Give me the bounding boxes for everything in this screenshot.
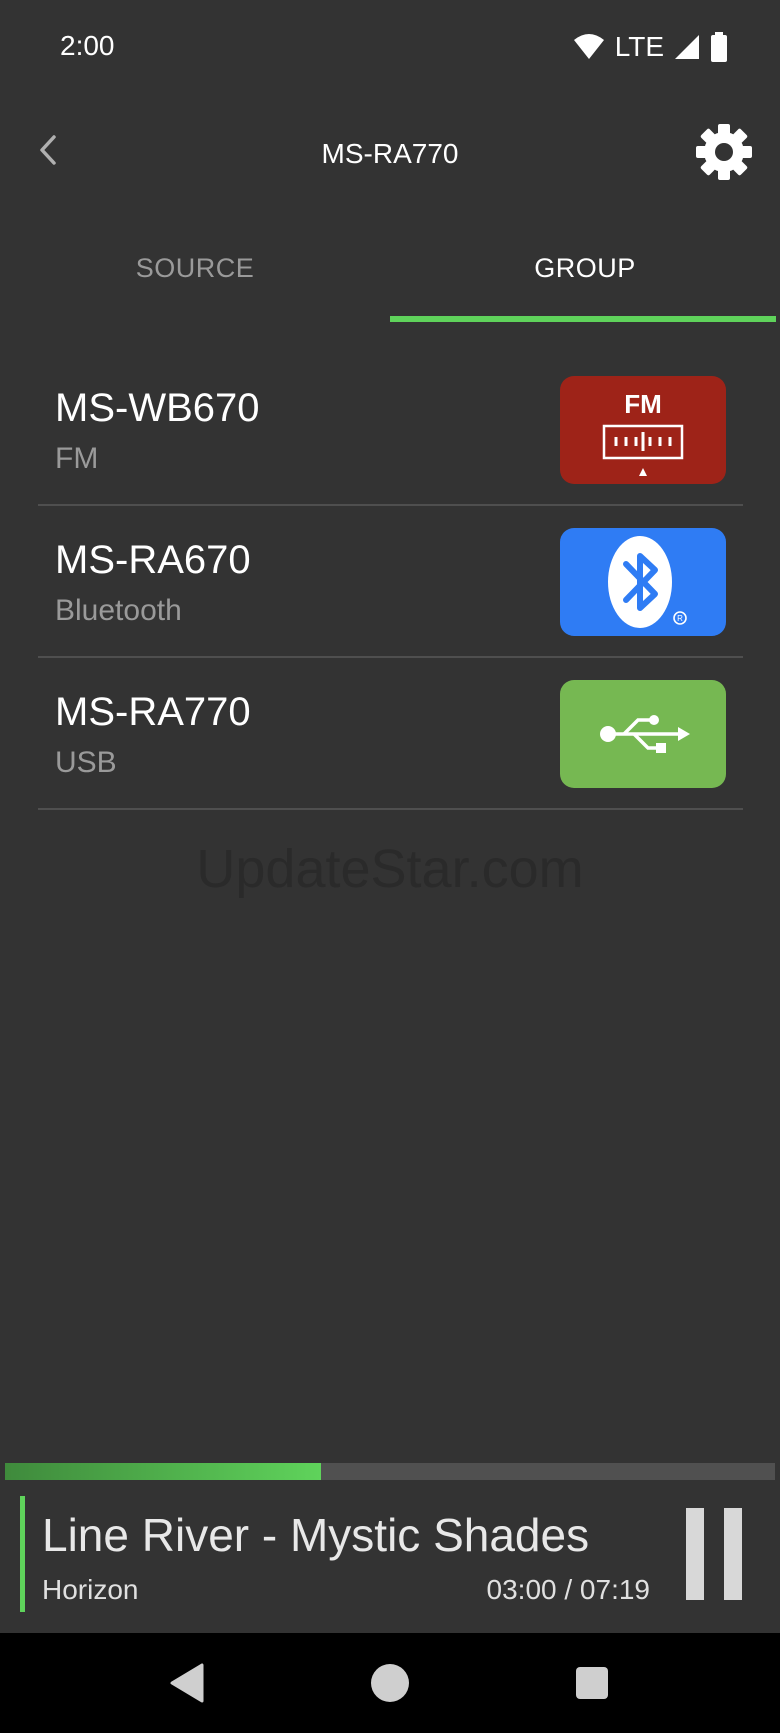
track-artist: Horizon xyxy=(42,1574,139,1605)
recents-square-icon xyxy=(576,1667,608,1699)
tab-bar: SOURCE GROUP xyxy=(0,212,780,324)
back-triangle-icon xyxy=(170,1663,204,1703)
device-source: USB xyxy=(55,746,117,779)
device-source: Bluetooth xyxy=(55,594,182,627)
device-name: MS-RA770 xyxy=(55,690,251,734)
page-title: MS-RA770 xyxy=(321,138,459,169)
usb-icon xyxy=(600,715,690,753)
bluetooth-icon: R xyxy=(608,536,687,628)
device-source: FM xyxy=(55,442,99,475)
nav-recents-button[interactable] xyxy=(564,1655,620,1711)
screen: 2:00 LTE MS-RA770 SOURCE GROUP MS-WB670 … xyxy=(0,0,780,1733)
list-item[interactable]: MS-RA670 Bluetooth R xyxy=(0,506,780,658)
active-tab-indicator xyxy=(390,316,776,322)
tab-source[interactable]: SOURCE xyxy=(0,212,390,324)
track-time: 03:00 / 07:19 xyxy=(486,1574,650,1605)
watermark: UpdateStar.com xyxy=(196,839,584,899)
now-playing-bar[interactable]: Line River - Mystic Shades Horizon 03:00… xyxy=(0,1480,780,1633)
home-circle-icon xyxy=(371,1664,409,1702)
track-title: Line River - Mystic Shades xyxy=(42,1509,590,1561)
source-badge-usb[interactable] xyxy=(560,680,726,788)
divider xyxy=(38,808,743,810)
network-type: LTE xyxy=(614,31,664,62)
system-nav-bar xyxy=(0,1633,780,1733)
source-badge-fm[interactable]: FM xyxy=(560,376,726,484)
svg-text:R: R xyxy=(677,614,683,623)
list-item[interactable]: MS-RA770 USB xyxy=(0,658,780,810)
badge-label: FM xyxy=(624,389,662,419)
device-name: MS-RA670 xyxy=(55,538,251,582)
source-badge-bluetooth[interactable]: R xyxy=(560,528,726,636)
player-accent-bar xyxy=(20,1496,25,1612)
settings-button[interactable] xyxy=(694,122,754,182)
app-bar: MS-RA770 xyxy=(0,94,780,212)
fm-radio-icon: FM xyxy=(602,389,684,476)
battery-icon xyxy=(711,32,727,62)
signal-icon xyxy=(675,35,699,59)
list-item[interactable]: MS-WB670 FM FM xyxy=(0,354,780,506)
nav-home-button[interactable] xyxy=(362,1655,418,1711)
tab-group[interactable]: GROUP xyxy=(390,212,780,324)
status-time: 2:00 xyxy=(60,30,115,61)
playback-progress-fill xyxy=(5,1463,321,1480)
status-icons: LTE xyxy=(573,30,728,64)
pause-button[interactable] xyxy=(686,1508,742,1600)
status-bar: 2:00 LTE xyxy=(0,0,780,94)
wifi-icon xyxy=(573,34,604,59)
gear-icon xyxy=(696,124,752,180)
playback-progress-bar[interactable] xyxy=(5,1463,775,1480)
nav-back-button[interactable] xyxy=(160,1655,216,1711)
device-name: MS-WB670 xyxy=(55,386,260,430)
device-list: MS-WB670 FM FM MS-RA670 Bluetooth R MS-R… xyxy=(0,354,780,810)
